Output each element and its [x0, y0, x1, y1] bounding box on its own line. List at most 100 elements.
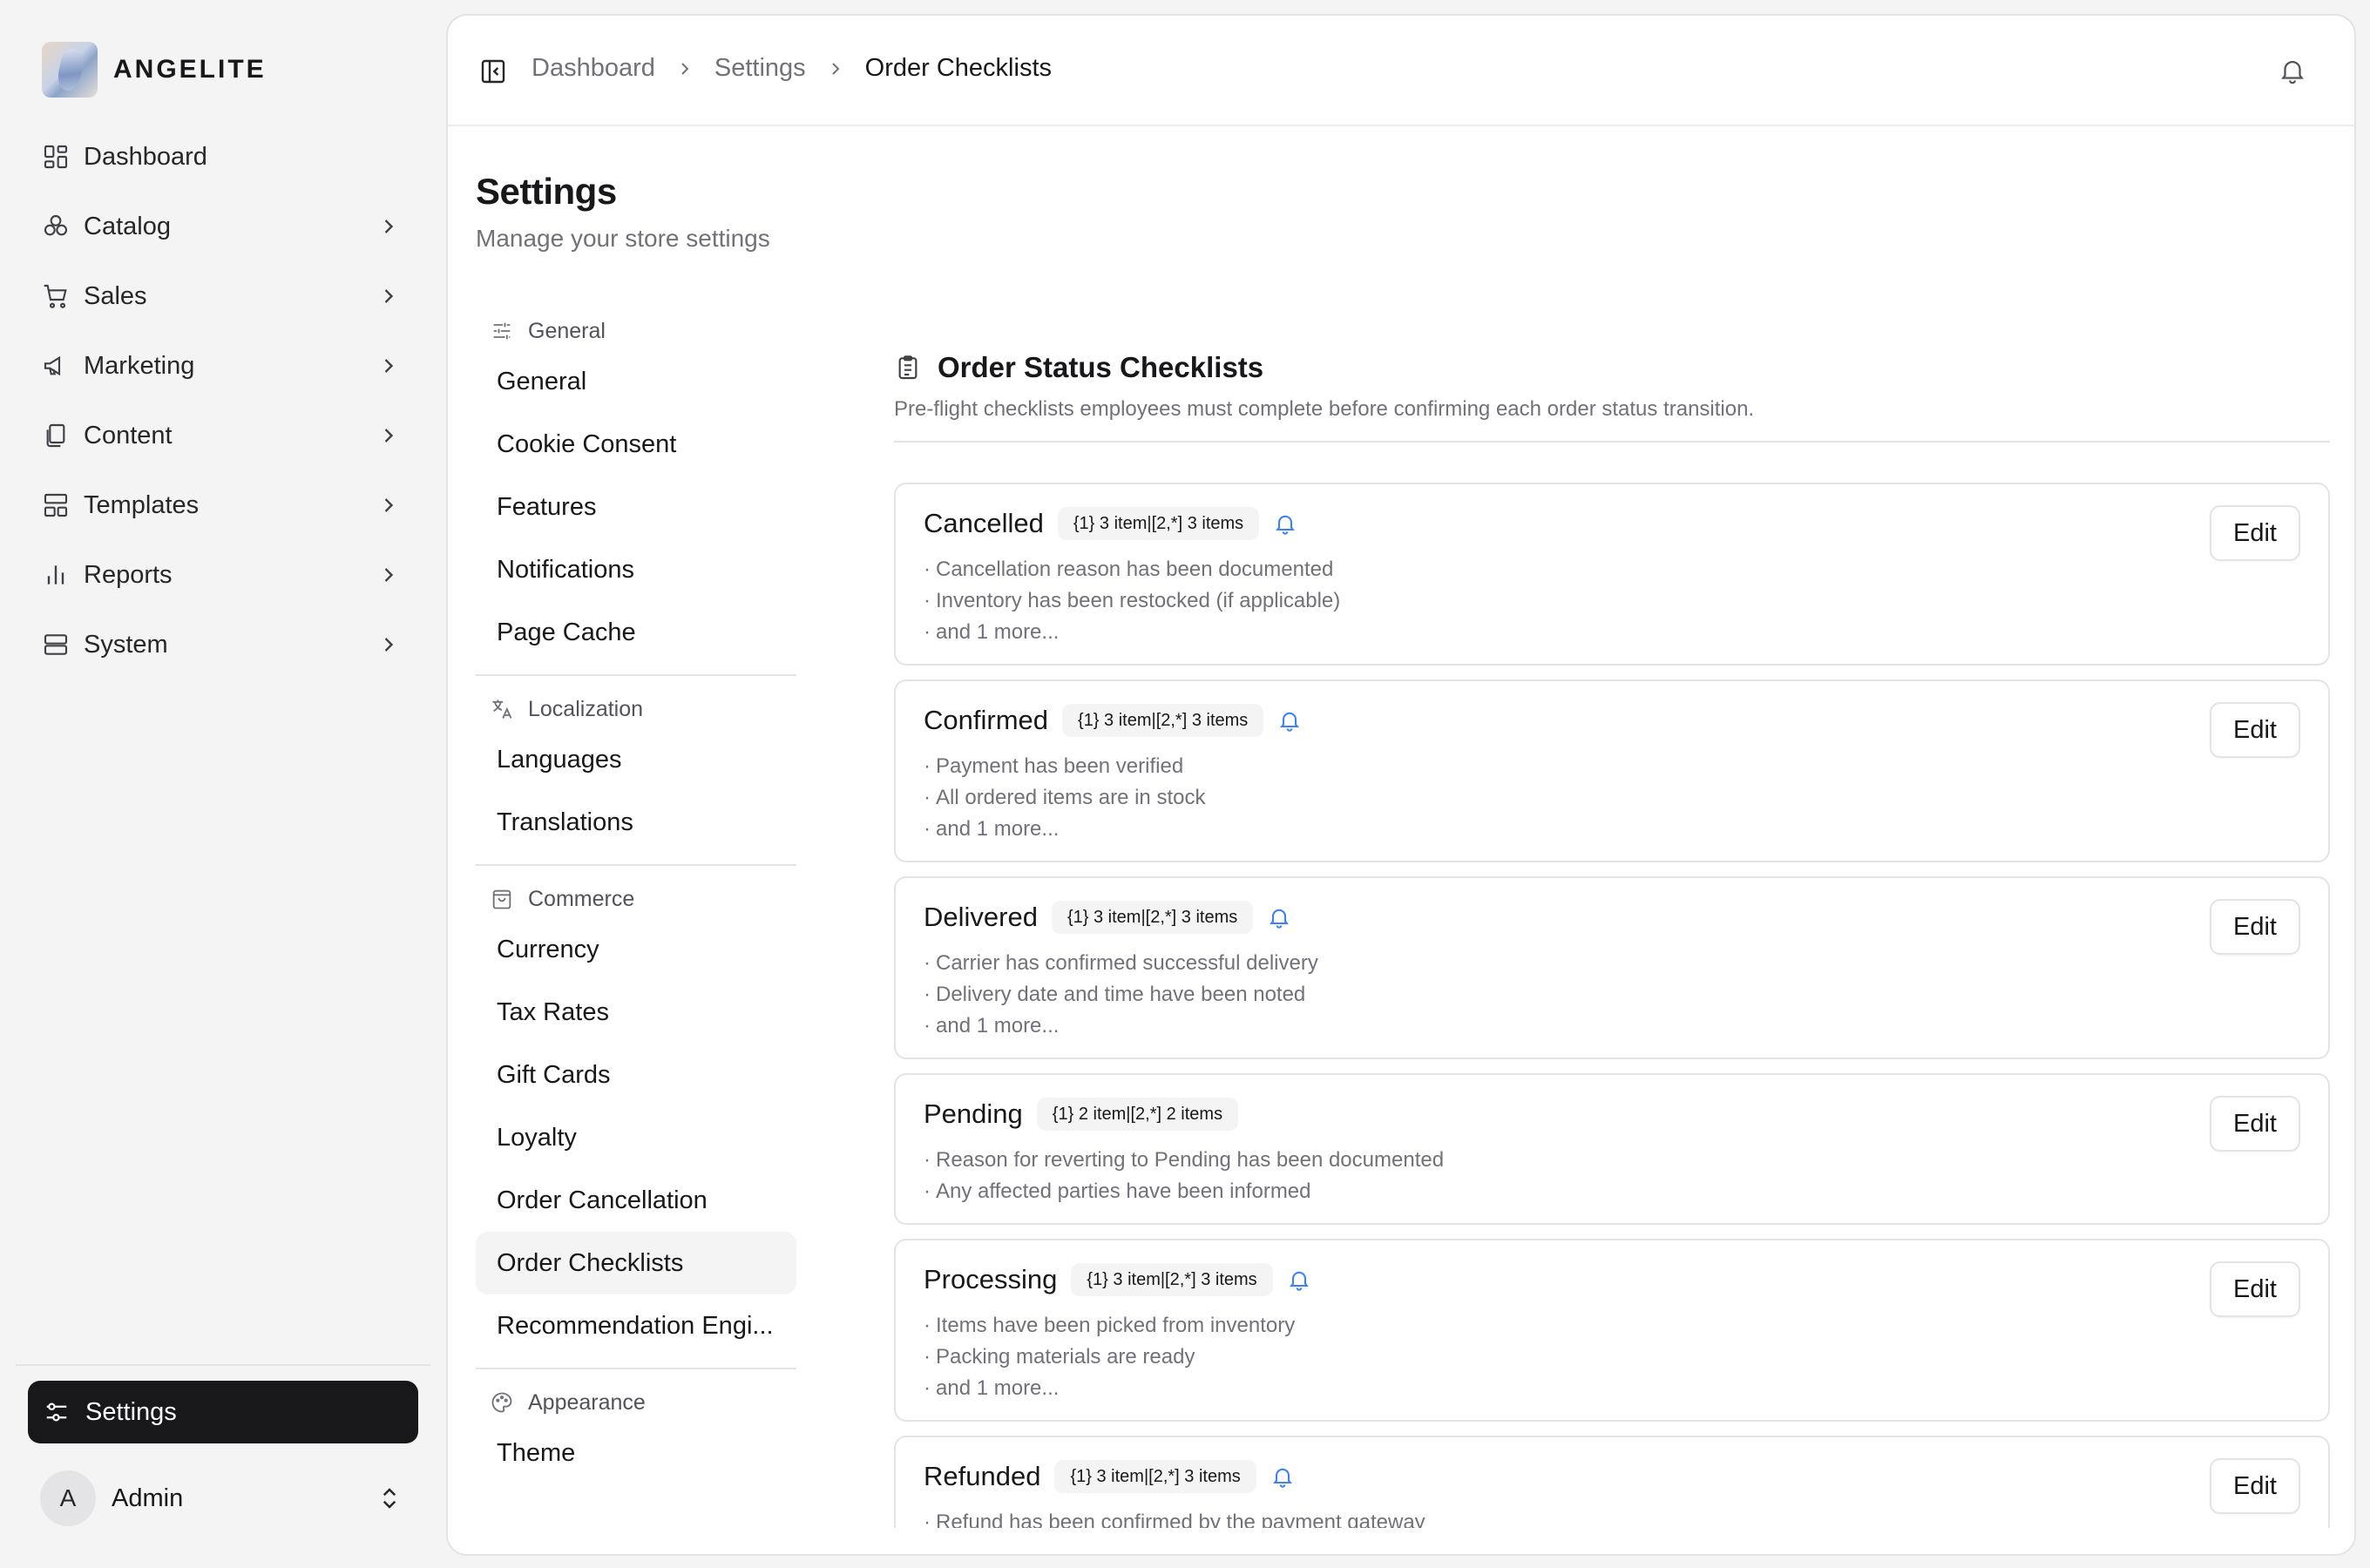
top-bar: Dashboard Settings Order Checklists [448, 16, 2354, 126]
nav-item-marketing[interactable]: Marketing [28, 331, 416, 401]
brand[interactable]: ANGELITE [42, 42, 267, 98]
bar-chart-icon [47, 565, 64, 585]
user-menu[interactable]: A Admin [40, 1470, 413, 1526]
nav-item-settings[interactable]: Settings [28, 1381, 418, 1443]
nav-item-sales[interactable]: Sales [28, 261, 416, 331]
checklist-cards: Cancelled {1} 3 item|[2,*] 3 items Cance… [894, 483, 2330, 1528]
nav-item-templates[interactable]: Templates [28, 470, 416, 540]
subnav-item-theme[interactable]: Theme [476, 1422, 796, 1484]
status-name: Processing [924, 1264, 1058, 1294]
checklist-card-cancelled: Cancelled {1} 3 item|[2,*] 3 items Cance… [894, 483, 2330, 666]
item-count-badge: {1} 3 item|[2,*] 3 items [1057, 507, 1260, 540]
cart-icon [44, 284, 67, 308]
app-sidebar: ANGELITE Dashboard Catalog Sales Marketi… [0, 0, 444, 1568]
nav-item-reports[interactable]: Reports [28, 540, 416, 610]
user-name: Admin [112, 1484, 184, 1512]
brand-name: ANGELITE [113, 55, 267, 84]
chevron-right-icon [384, 498, 394, 512]
status-name: Refunded [924, 1461, 1041, 1491]
notify-bell-icon [1270, 909, 1290, 929]
checklist-item: Refund has been confirmed by the payment… [924, 1507, 1425, 1528]
subnav-item-page-cache[interactable]: Page Cache [476, 601, 796, 664]
subnav-group-label: Localization [528, 696, 644, 721]
card-header: Confirmed {1} 3 item|[2,*] 3 items [924, 704, 1302, 737]
notifications-bell-icon[interactable] [2278, 56, 2307, 85]
nav-label: Templates [84, 490, 200, 519]
checklist-card-confirmed: Confirmed {1} 3 item|[2,*] 3 items Payme… [894, 679, 2330, 862]
subnav-item-general[interactable]: General [476, 350, 796, 413]
breadcrumb-settings[interactable]: Settings [714, 54, 806, 83]
nav-item-catalog[interactable]: Catalog [28, 192, 416, 261]
status-name: Cancelled [924, 508, 1044, 538]
section-divider [894, 441, 2330, 443]
translate-icon [492, 700, 512, 719]
breadcrumb: Dashboard Settings Order Checklists [532, 54, 1052, 83]
subnav-group-appearance: Appearance [476, 1383, 796, 1422]
subnav-group-commerce: Commerce [476, 880, 796, 918]
edit-button[interactable]: Edit [2210, 702, 2300, 758]
section-header: Order Status Checklists [894, 333, 2330, 402]
subnav-divider [476, 1368, 796, 1369]
megaphone-icon [44, 355, 61, 376]
subnav-item-order-cancellation[interactable]: Order Cancellation [476, 1169, 796, 1232]
item-count-badge: {1} 2 item|[2,*] 2 items [1036, 1098, 1239, 1131]
subnav-item-features[interactable]: Features [476, 476, 796, 538]
checklist-item: Carrier has confirmed successful deliver… [924, 948, 1318, 979]
checklist-items: Cancellation reason has been documented … [924, 554, 1340, 648]
subnav-item-translations[interactable]: Translations [476, 791, 796, 854]
subnav-item-loyalty[interactable]: Loyalty [476, 1106, 796, 1169]
subnav-item-gift-cards[interactable]: Gift Cards [476, 1044, 796, 1106]
page-subtitle: Manage your store settings [476, 225, 770, 252]
main-panel: Dashboard Settings Order Checklists Sett… [446, 14, 2356, 1556]
subnav-item-currency[interactable]: Currency [476, 918, 796, 981]
checklist-card-processing: Processing {1} 3 item|[2,*] 3 items Item… [894, 1239, 2330, 1422]
edit-button[interactable]: Edit [2210, 1261, 2300, 1317]
subnav-group-localization: Localization [476, 690, 796, 728]
nav-label: Marketing [84, 351, 195, 380]
card-header: Refunded {1} 3 item|[2,*] 3 items [924, 1460, 1295, 1493]
chevron-right-icon [831, 62, 840, 75]
checklist-item: Packing materials are ready [924, 1342, 1295, 1373]
chevron-right-icon [384, 638, 394, 652]
subnav-group-label: General [528, 318, 606, 343]
breadcrumb-dashboard[interactable]: Dashboard [532, 54, 655, 83]
subnav-item-order-checklists[interactable]: Order Checklists [476, 1232, 796, 1294]
checklist-items: Payment has been verified All ordered it… [924, 751, 1205, 845]
nav-label: System [84, 630, 168, 659]
nav-label: Dashboard [84, 142, 207, 171]
subnav-item-languages[interactable]: Languages [476, 728, 796, 791]
subnav-item-notifications[interactable]: Notifications [476, 538, 796, 601]
checklist-item: All ordered items are in stock [924, 782, 1205, 814]
item-count-badge: {1} 3 item|[2,*] 3 items [1062, 704, 1264, 737]
status-name: Delivered [924, 902, 1038, 932]
nav-item-system[interactable]: System [28, 610, 416, 679]
card-header: Cancelled {1} 3 item|[2,*] 3 items [924, 507, 1297, 540]
checklist-items: Items have been picked from inventory Pa… [924, 1310, 1295, 1404]
card-header: Delivered {1} 3 item|[2,*] 3 items [924, 901, 1291, 934]
nav-item-dashboard[interactable]: Dashboard [28, 122, 416, 192]
subnav-item-tax-rates[interactable]: Tax Rates [476, 981, 796, 1044]
section-title: Order Status Checklists [938, 351, 1264, 383]
settings-subnav: General General Cookie Consent Features … [476, 312, 796, 1484]
subnav-group-label: Commerce [528, 886, 635, 911]
card-header: Processing {1} 3 item|[2,*] 3 items [924, 1263, 1311, 1296]
server-icon [44, 634, 68, 655]
sidebar-toggle-icon[interactable] [479, 57, 507, 85]
checklist-items: Reason for reverting to Pending has been… [924, 1145, 1444, 1207]
files-icon [46, 423, 65, 448]
checklist-item: and 1 more... [924, 1373, 1295, 1404]
chevron-right-icon [681, 62, 689, 75]
edit-button[interactable]: Edit [2210, 505, 2300, 561]
chevrons-up-down-icon [383, 1488, 396, 1509]
order-checklists-section: Order Status Checklists Pre-flight check… [894, 333, 2330, 443]
chevron-right-icon [384, 429, 394, 443]
subnav-item-recommendation-engine[interactable]: Recommendation Engi... [476, 1294, 796, 1357]
edit-button[interactable]: Edit [2210, 899, 2300, 955]
chevron-right-icon [384, 220, 394, 233]
edit-button[interactable]: Edit [2210, 1096, 2300, 1152]
card-header: Pending {1} 2 item|[2,*] 2 items [924, 1098, 1239, 1131]
nav-item-content[interactable]: Content [28, 401, 416, 470]
nav-label: Content [84, 421, 173, 449]
subnav-item-cookie-consent[interactable]: Cookie Consent [476, 413, 796, 476]
edit-button[interactable]: Edit [2210, 1458, 2300, 1514]
